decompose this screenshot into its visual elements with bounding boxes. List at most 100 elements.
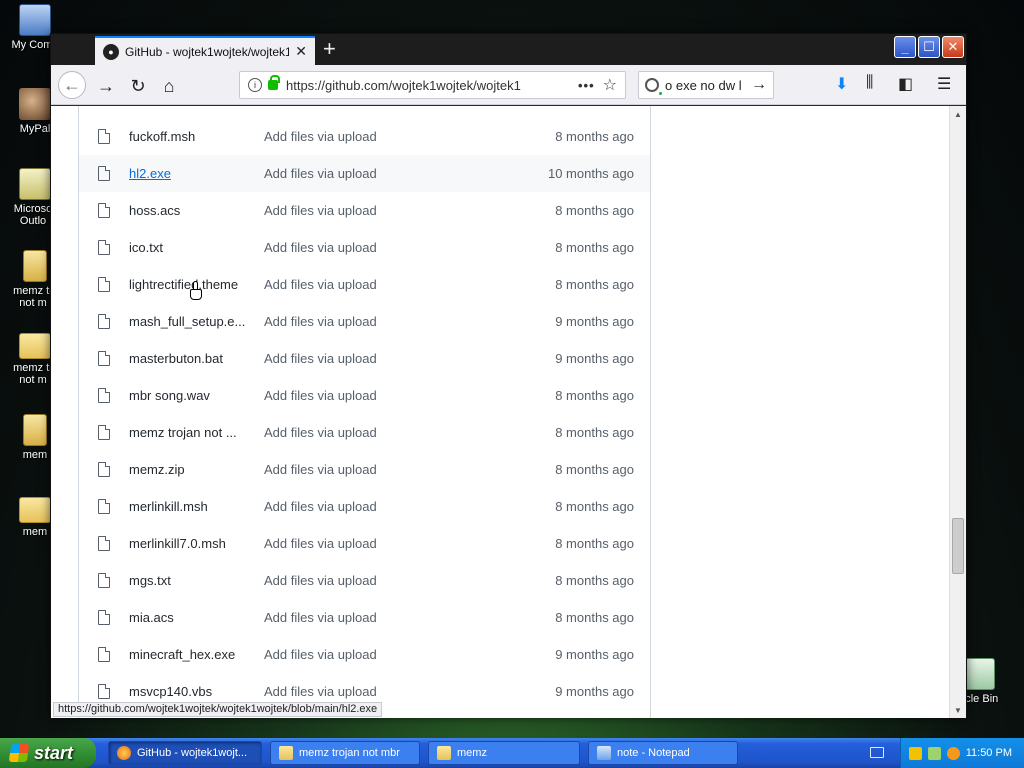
file-name[interactable]: mbr song.wav (129, 388, 251, 403)
commit-age: 8 months ago (555, 425, 634, 440)
forward-button[interactable]: → (93, 73, 119, 99)
scroll-up-arrow-icon[interactable]: ▲ (950, 106, 966, 122)
info-icon[interactable]: i (248, 78, 262, 92)
file-row[interactable]: memz trojan not ... Add files via upload… (79, 414, 650, 451)
sidebar-icon[interactable]: ◧ (898, 74, 913, 94)
commit-age: 8 months ago (555, 536, 634, 551)
file-row[interactable]: mia.acs Add files via upload 8 months ag… (79, 599, 650, 636)
notepad-icon (597, 746, 611, 760)
commit-age: 8 months ago (555, 573, 634, 588)
commit-message[interactable]: Add files via upload (264, 425, 377, 440)
vertical-scrollbar[interactable]: ▲ ▼ (949, 106, 966, 718)
file-row[interactable]: mash_full_setup.e... Add files via uploa… (79, 303, 650, 340)
hand-cursor-icon (189, 281, 203, 301)
file-name[interactable]: ico.txt (129, 240, 251, 255)
file-name[interactable]: masterbuton.bat (129, 351, 251, 366)
search-box[interactable]: o exe no dw l → (638, 71, 774, 99)
file-name[interactable]: memz trojan not ... (129, 425, 251, 440)
file-name[interactable]: memz.zip (129, 462, 251, 477)
taskbar-item-browser[interactable]: GitHub - wojtek1wojt... (108, 741, 262, 765)
window-controls: _ ☐ ✕ (894, 36, 964, 58)
file-icon (98, 314, 110, 329)
taskbar-item-folder-memz[interactable]: memz (428, 741, 580, 765)
page-actions-button[interactable]: ••• (578, 78, 595, 93)
file-row[interactable]: memz.zip Add files via upload 8 months a… (79, 451, 650, 488)
back-button[interactable]: ← (58, 71, 86, 99)
file-row[interactable]: lightrectified.theme Add files via uploa… (79, 266, 650, 303)
file-row[interactable]: ico.txt Add files via upload 8 months ag… (79, 229, 650, 266)
file-icon (98, 277, 110, 292)
file-name[interactable]: mia.acs (129, 610, 251, 625)
commit-message[interactable]: Add files via upload (264, 499, 377, 514)
commit-message[interactable]: Add files via upload (264, 166, 377, 181)
commit-age: 8 months ago (555, 129, 634, 144)
home-button[interactable]: ⌂ (156, 73, 182, 99)
file-name[interactable]: merlinkill.msh (129, 499, 251, 514)
file-row[interactable]: masterbuton.bat Add files via upload 9 m… (79, 340, 650, 377)
commit-message[interactable]: Add files via upload (264, 462, 377, 477)
scroll-down-arrow-icon[interactable]: ▼ (950, 702, 966, 718)
library-icon[interactable]: ⫼ (866, 74, 873, 92)
file-icon (98, 499, 110, 514)
commit-message[interactable]: Add files via upload (264, 388, 377, 403)
commit-message[interactable]: Add files via upload (264, 610, 377, 625)
file-name[interactable]: merlinkill7.0.msh (129, 536, 251, 551)
shield-icon[interactable] (908, 746, 922, 760)
file-name[interactable]: minecraft_hex.exe (129, 647, 251, 662)
commit-message[interactable]: Add files via upload (264, 203, 377, 218)
bookmark-star-icon[interactable]: ☆ (603, 75, 617, 95)
tab-title: GitHub - wojtek1wojtek/wojtek1w (125, 44, 290, 59)
file-name[interactable]: hoss.acs (129, 203, 251, 218)
maximize-button[interactable]: ☐ (918, 36, 940, 58)
file-row[interactable]: mgs.txt Add files via upload 8 months ag… (79, 562, 650, 599)
new-tab-button[interactable]: + (323, 38, 336, 60)
keyboard-icon[interactable] (870, 747, 884, 758)
file-row[interactable]: hl2.exe Add files via upload 10 months a… (79, 155, 650, 192)
commit-message[interactable]: Add files via upload (264, 129, 377, 144)
file-row[interactable]: hoss.acs Add files via upload 8 months a… (79, 192, 650, 229)
url-text[interactable]: https://github.com/wojtek1wojtek/wojtek1 (286, 78, 570, 93)
file-name[interactable]: msvcp140.vbs (129, 684, 251, 699)
file-row[interactable]: merlinkill.msh Add files via upload 8 mo… (79, 488, 650, 525)
commit-message[interactable]: Add files via upload (264, 573, 377, 588)
scrollbar-thumb[interactable] (952, 518, 964, 574)
commit-message[interactable]: Add files via upload (264, 536, 377, 551)
address-bar[interactable]: i https://github.com/wojtek1wojtek/wojte… (239, 71, 626, 99)
file-name[interactable]: fuckoff.msh (129, 129, 251, 144)
firefox-icon (117, 746, 131, 760)
commit-message[interactable]: Add files via upload (264, 351, 377, 366)
file-name[interactable]: mash_full_setup.e... (129, 314, 251, 329)
minimize-button[interactable]: _ (894, 36, 916, 58)
taskbar-item-folder-memz-trojan[interactable]: memz trojan not mbr (270, 741, 420, 765)
start-button[interactable]: start (0, 738, 96, 768)
taskbar-item-notepad[interactable]: note - Notepad (588, 741, 738, 765)
folder-icon (279, 746, 293, 760)
file-row[interactable]: mbr song.wav Add files via upload 8 mont… (79, 377, 650, 414)
file-row[interactable]: minecraft_hex.exe Add files via upload 9… (79, 636, 650, 673)
commit-message[interactable]: Add files via upload (264, 647, 377, 662)
file-row[interactable]: fuckoff.msh Add files via upload 8 month… (79, 118, 650, 155)
search-input[interactable]: o exe no dw l (665, 78, 751, 93)
commit-message[interactable]: Add files via upload (264, 314, 377, 329)
search-icon (645, 78, 662, 95)
search-tray-icon[interactable] (946, 746, 960, 760)
commit-message[interactable]: Add files via upload (264, 240, 377, 255)
reload-button[interactable]: ↻ (125, 73, 151, 99)
network-icon[interactable] (927, 746, 941, 760)
taskbar: start GitHub - wojtek1wojt... memz troja… (0, 738, 1024, 768)
tab-github[interactable]: ● GitHub - wojtek1wojtek/wojtek1w ✕ (95, 36, 315, 65)
file-icon (98, 240, 110, 255)
search-go-icon[interactable]: → (751, 76, 767, 94)
menu-icon[interactable]: ☰ (937, 74, 951, 94)
taskbar-item-label: memz (457, 747, 487, 759)
file-icon (98, 425, 110, 440)
start-label: start (34, 742, 74, 763)
close-tab-icon[interactable]: ✕ (295, 43, 307, 60)
file-name[interactable]: hl2.exe (129, 166, 251, 181)
commit-message[interactable]: Add files via upload (264, 277, 377, 292)
downloads-icon[interactable]: ⬇ (835, 74, 848, 94)
commit-message[interactable]: Add files via upload (264, 684, 377, 699)
file-name[interactable]: mgs.txt (129, 573, 251, 588)
file-row[interactable]: merlinkill7.0.msh Add files via upload 8… (79, 525, 650, 562)
close-window-button[interactable]: ✕ (942, 36, 964, 58)
